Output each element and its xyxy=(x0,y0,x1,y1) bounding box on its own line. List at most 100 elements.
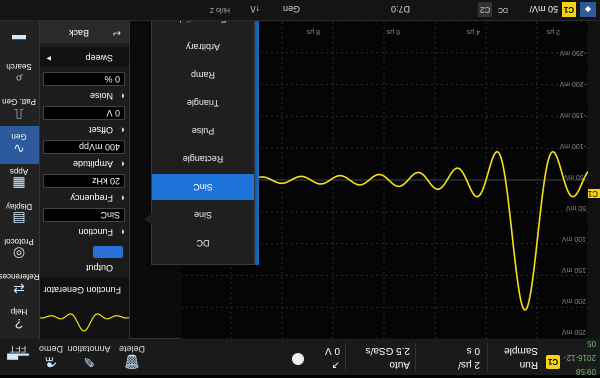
amplitude-icon: ◐ xyxy=(118,158,125,169)
trash-icon: 🗑 xyxy=(123,354,141,370)
help-icon: ? xyxy=(15,316,23,333)
function-icon: ◐ xyxy=(118,226,125,237)
menu-item-dc[interactable]: DC xyxy=(152,230,254,256)
sidebar-item-label: Search xyxy=(6,62,32,72)
back-label: Back xyxy=(68,28,89,38)
amplitude-field[interactable]: 400 mVpp xyxy=(43,140,125,154)
delete-button[interactable]: 🗑 Delete xyxy=(112,339,152,375)
noise-icon: ◐ xyxy=(118,90,125,101)
sweep-arrow-icon: ▸ xyxy=(46,54,51,64)
back-button[interactable]: ↩ Back xyxy=(39,21,129,43)
trigger-mode: Auto xyxy=(389,359,410,370)
gen-icon: ∿ xyxy=(13,141,25,158)
pattern-sub: Hi/lo Z xyxy=(209,6,230,13)
fft-button[interactable]: ▁▃ FFT xyxy=(2,339,34,375)
main-sidebar: ? Help ⇄ References ◎ Protocol ▤ Display ▦ Apps ∿ G… xyxy=(0,21,40,339)
search-icon: ⌕ xyxy=(15,71,23,88)
function-row[interactable]: ◐ Function SinC xyxy=(39,205,129,239)
time: 09:58 xyxy=(575,367,596,376)
menu-item-sinc[interactable]: SinC xyxy=(152,174,254,200)
frequency-field[interactable]: 20 kHz xyxy=(43,174,125,188)
volts-per-div[interactable]: 50 mV/ xyxy=(529,0,558,20)
amplitude-row[interactable]: ◐ Amplitude 400 mVpp xyxy=(39,137,129,171)
noise-label: Noise xyxy=(89,91,113,101)
back-icon: ↩ xyxy=(112,27,121,38)
sidebar-item-label: Gen xyxy=(11,132,27,142)
run-label: Run xyxy=(519,359,538,370)
generator-status[interactable]: Gen xyxy=(283,0,300,20)
voltage-axis-label: -250 mV xyxy=(559,49,586,56)
output-row[interactable]: Output xyxy=(39,239,129,275)
sample-rate: 2.5 GSa/s xyxy=(365,345,410,356)
horizontal-position: 0 s xyxy=(466,345,480,356)
sidebar-item-patt-gen[interactable]: ⎍ Patt. Gen xyxy=(0,91,39,129)
output-toggle[interactable] xyxy=(93,246,123,258)
menu-item-sine[interactable]: Sine xyxy=(152,202,254,228)
run-control[interactable]: Run Sample xyxy=(488,339,538,375)
voltage-axis-label: 250 mV xyxy=(561,328,586,335)
amplitude-label: Amplitude xyxy=(72,159,113,169)
display-icon: ▤ xyxy=(12,211,26,228)
digital-channels[interactable]: D7:0 xyxy=(391,0,410,20)
trigger-control[interactable]: Auto 2.5 GSa/s xyxy=(350,339,410,375)
menu-item-ramp[interactable]: Ramp xyxy=(152,62,254,88)
patt-gen-icon: ⎍ xyxy=(14,106,24,123)
coupling[interactable]: DC xyxy=(498,0,508,20)
voltage-axis-label: -100 mV xyxy=(559,142,586,149)
channel-strip: C1 xyxy=(585,21,600,339)
pencil-icon: ✎ xyxy=(83,354,95,370)
pattern-status[interactable]: ↑/\ xyxy=(250,0,260,20)
sidebar-item-references[interactable]: ⇄ References xyxy=(0,266,39,304)
trigger-source-badge: C1 xyxy=(546,355,560,369)
sidebar-item-logo[interactable]: ▬ xyxy=(0,21,39,59)
function-select[interactable]: SinC xyxy=(43,208,125,222)
function-dropdown-menu: DC Sine SinC Rectangle Pulse Triangle Ramp Arbi… xyxy=(151,1,255,265)
time-axis-label: 2 µs xyxy=(546,28,560,35)
panel-title: Function Generator xyxy=(43,285,121,295)
sidebar-item-label: Protocol xyxy=(4,237,34,247)
noise-field[interactable]: 0 % xyxy=(43,72,125,86)
sweep-label: Sweep xyxy=(85,53,113,63)
menu-item-pulse[interactable]: Pulse xyxy=(152,118,254,144)
time-axis-label: 6 µs xyxy=(386,28,400,35)
voltage-axis-label: -200 mV xyxy=(559,80,586,87)
time-axis-label: 8 µs xyxy=(306,28,320,35)
apps-icon: ▦ xyxy=(12,176,26,193)
menu-item-triangle[interactable]: Triangle xyxy=(152,90,254,116)
sweep-row[interactable]: Sweep ▸ xyxy=(39,47,129,67)
datetime: 09:58 2016-12-05 xyxy=(562,339,596,376)
menu-item-arbitrary[interactable]: Arbitrary xyxy=(152,34,254,60)
panel-header: Function Generator xyxy=(39,277,129,339)
frequency-row[interactable]: ◐ Frequency 20 kHz xyxy=(39,171,129,205)
status-bar: ◆ C1 50 mV/ DC C2 D7:0 Gen ↑/\ Hi/lo Z xyxy=(0,0,600,21)
sidebar-item-label: Help xyxy=(10,307,28,317)
sidebar-item-display[interactable]: ▤ Display xyxy=(0,196,39,234)
timebase-control[interactable]: 2 µs/ 0 s xyxy=(420,339,480,375)
sidebar-item-apps[interactable]: ▦ Apps xyxy=(0,161,39,199)
menu-item-rectangle[interactable]: Rectangle xyxy=(152,146,254,172)
annotation-button[interactable]: ✎ Annotation xyxy=(67,339,110,375)
sidebar-item-label: Display xyxy=(5,202,33,212)
sidebar-item-help[interactable]: ? Help xyxy=(0,301,39,339)
channel2-badge[interactable]: C2 xyxy=(478,2,492,17)
acq-mode: Sample xyxy=(504,345,538,356)
record-dot-icon[interactable] xyxy=(292,353,304,365)
voltage-axis-label: 150 mV xyxy=(561,266,586,273)
function-generator-panel: Function Generator Output ◐ Function Sin… xyxy=(39,21,130,339)
sidebar-item-search[interactable]: ⌕ Search xyxy=(0,56,39,94)
demo-button[interactable]: ⚗ Demo xyxy=(36,339,66,375)
sidebar-item-label: References xyxy=(0,272,40,282)
voltage-axis-label: -50 mV xyxy=(563,173,586,180)
sidebar-item-gen[interactable]: ∿ Gen xyxy=(0,126,39,164)
voltage-axis-label: 50 mV xyxy=(565,204,586,211)
offset-row[interactable]: ◐ Offset 0 V xyxy=(39,103,129,137)
menu-accent-bar xyxy=(255,3,259,265)
frequency-label: Frequency xyxy=(70,193,113,203)
sidebar-item-protocol[interactable]: ◎ Protocol xyxy=(0,231,39,269)
offset-field[interactable]: 0 V xyxy=(43,106,125,120)
noise-row[interactable]: ◐ Noise 0 % xyxy=(39,69,129,103)
function-label: Function xyxy=(78,227,113,237)
voltage-axis-label: 100 mV xyxy=(561,235,586,242)
date: 2016-12-05 xyxy=(563,339,596,362)
voltage-axis-label: -150 mV xyxy=(559,111,586,118)
